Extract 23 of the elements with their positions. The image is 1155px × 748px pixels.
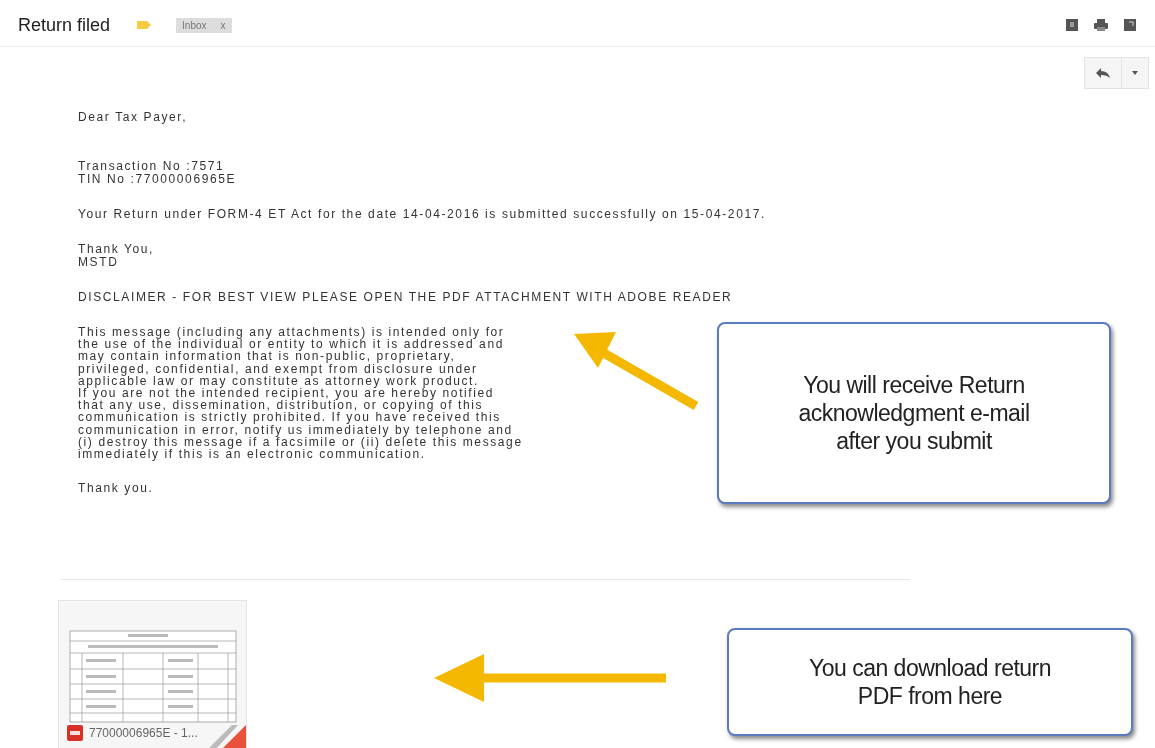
callout-note: You will receive Return acknowledgment e-mail after you submit [717, 322, 1111, 504]
disclaimer-paragraph: This message (including any attachments) is intended only for the use of the individual or entity to which it is addressed and may contain information that is non-public, proprietary, privileged, confidential, and exempt from disclosure under applicable law or may constitute as attorney work product. If you are not the intended recipient, you are hereby notified that any use, dissemination, distribution, or copying of this communication is strictly prohibited. If you have received this communication in error, notify us immediately by telephone and (i) destroy this message if a facsimile or (ii) delete this message immediately if this is an electronic communication. [78, 326, 523, 461]
closing-line: Thank You, [78, 243, 155, 256]
callout-note: You can download return PDF from here [727, 628, 1133, 736]
arrow-icon [432, 652, 668, 704]
new-window-icon[interactable] [1123, 18, 1137, 32]
sign-off-text: Thank you. [78, 482, 154, 496]
closing-line: MSTD [78, 256, 119, 269]
archive-icon[interactable] [1065, 18, 1079, 32]
email-subject: Return filed [18, 14, 111, 36]
disclaimer-heading: DISCLAIMER - FOR BEST VIEW PLEASE OPEN THE PDF ATTACHMENT WITH ADOBE READER [78, 291, 733, 304]
attachment-name[interactable]: 77000006965E - 1... [89, 726, 198, 741]
detail-line: Transaction No :7571 [78, 160, 225, 173]
greeting-text: Dear Tax Payer, [78, 111, 188, 124]
reply-icon [1095, 67, 1111, 79]
inbox-label-chip[interactable]: Inbox x [176, 17, 232, 33]
print-icon[interactable] [1093, 18, 1109, 32]
label-tag-icon [136, 20, 153, 30]
statement-text: Your Return under FORM-4 ET Act for the date 14-04-2016 is submitted successfully on 15-04-2017. [78, 208, 766, 221]
detail-line: TIN No :77000006965E [78, 173, 237, 186]
attachment-card[interactable]: 77000006965E - 1... [58, 600, 247, 748]
pdf-icon [67, 725, 83, 742]
caret-icon [1132, 71, 1138, 75]
